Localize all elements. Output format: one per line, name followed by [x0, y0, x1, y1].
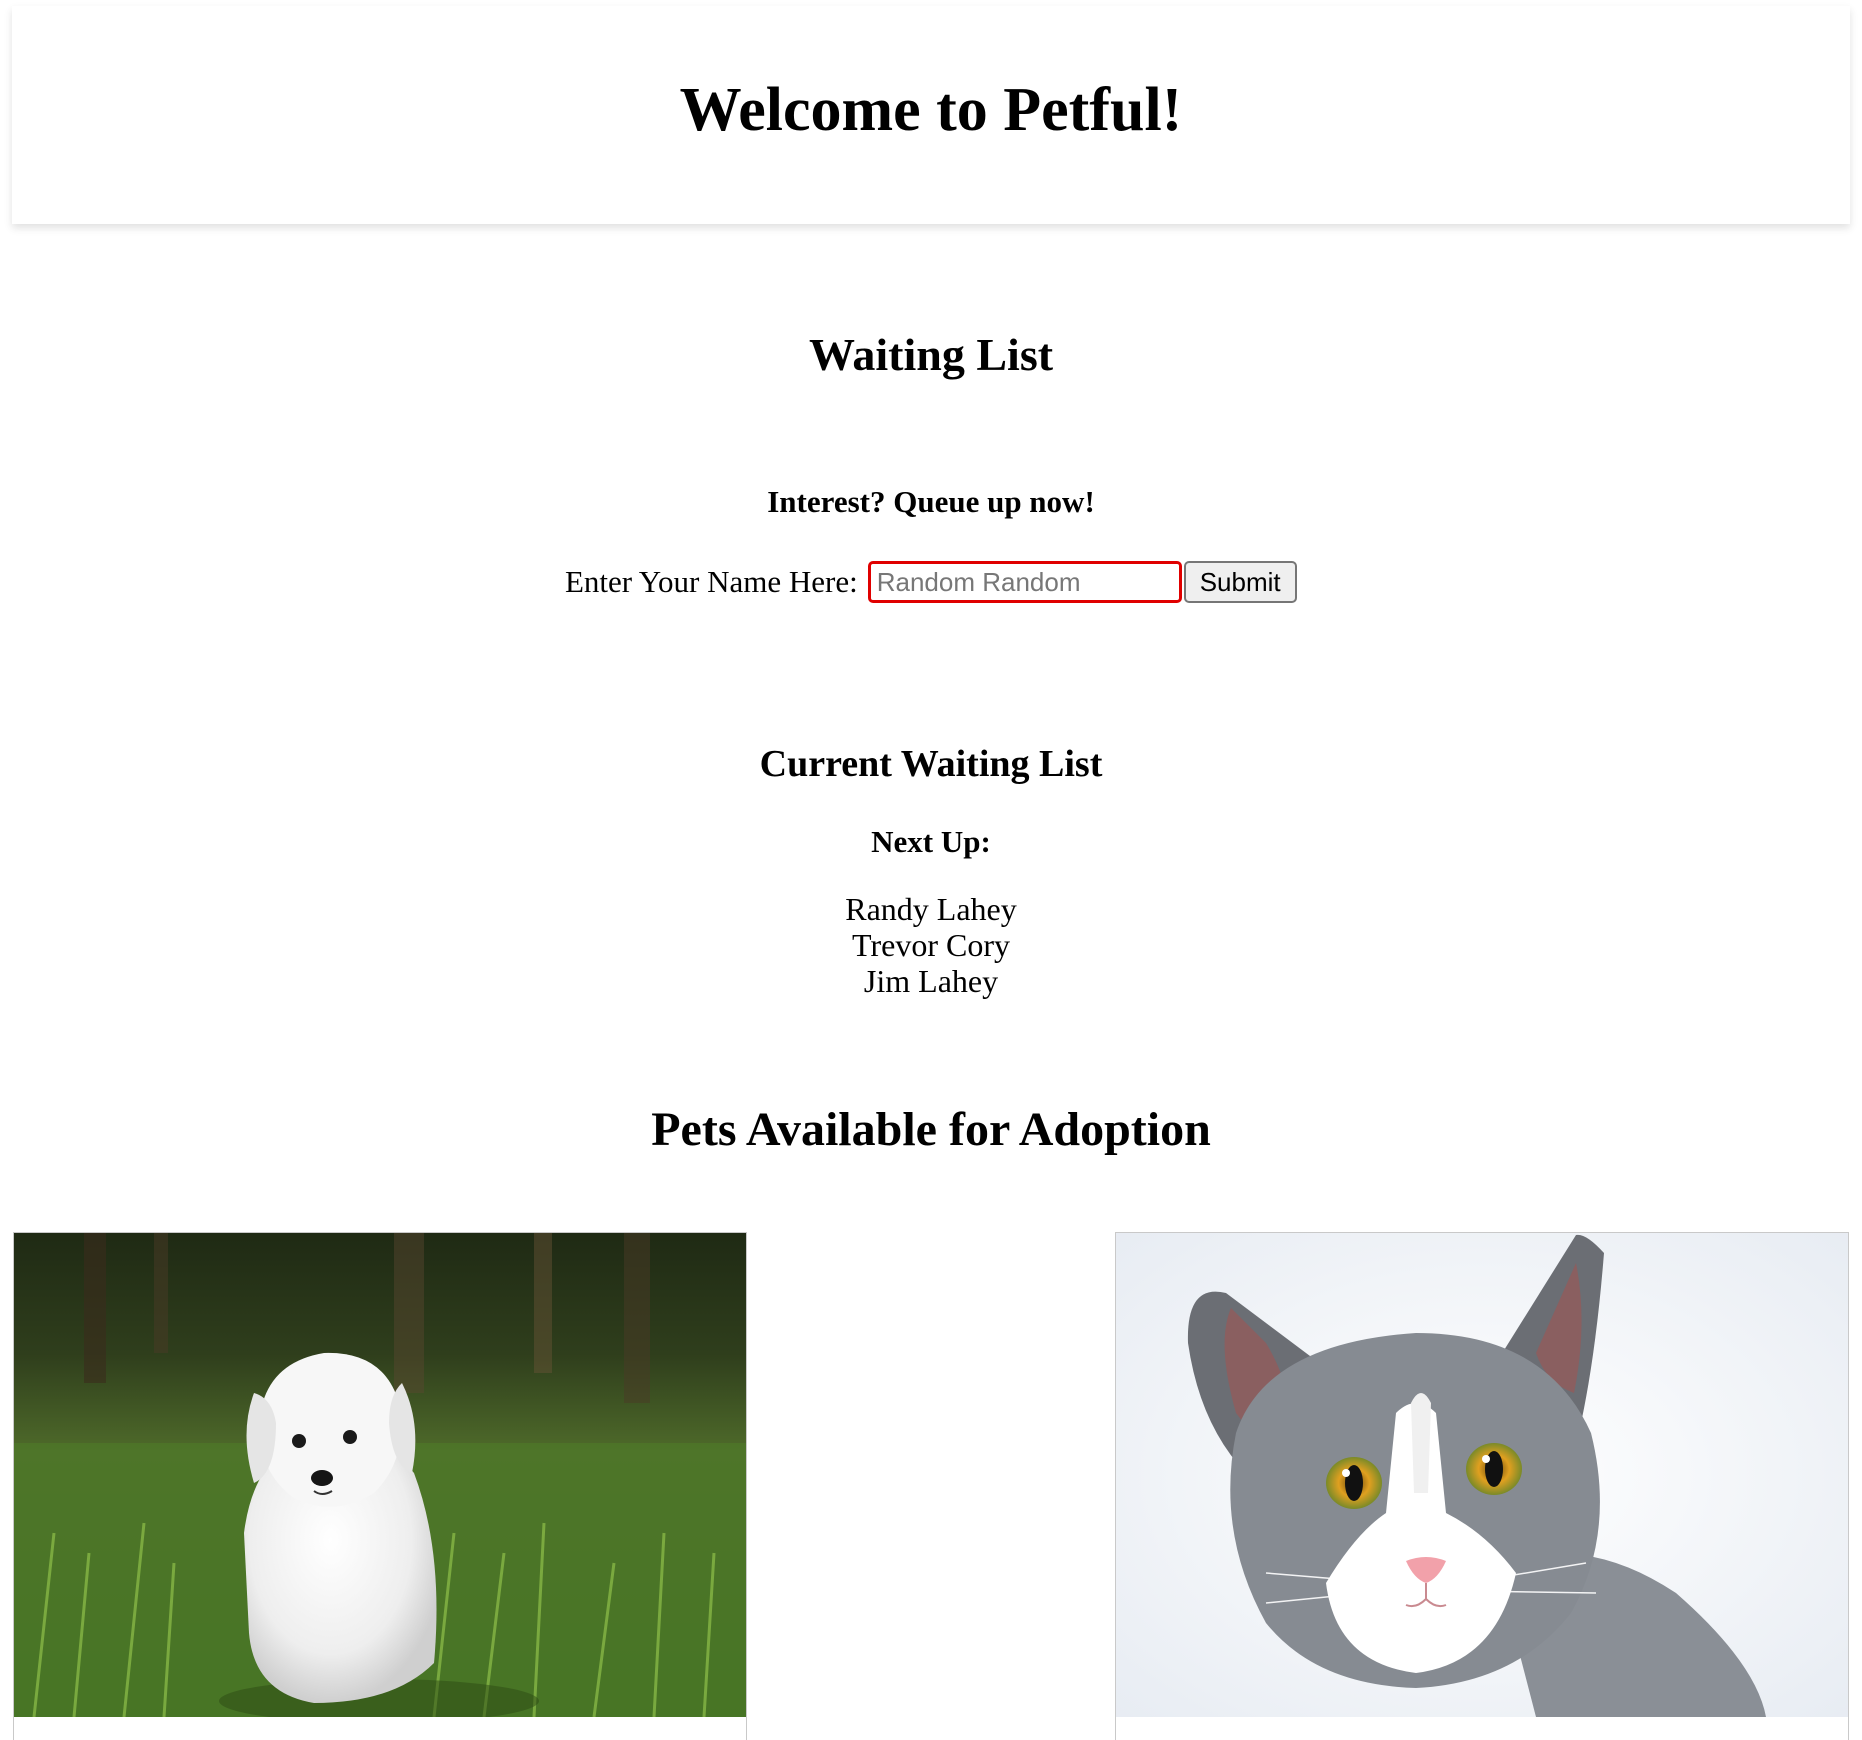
current-waiting-list-title: Current Waiting List: [759, 743, 1103, 785]
site-header: Welcome to Petful!: [12, 6, 1850, 224]
page: Welcome to Petful! Waiting List Interest…: [0, 0, 1862, 1740]
white-puppy-photo: [14, 1233, 746, 1717]
queue-heading: Interest? Queue up now!: [767, 484, 1095, 519]
queue-form: Enter Your Name Here: Submit: [565, 561, 1297, 603]
site-title: Welcome to Petful!: [679, 76, 1183, 144]
next-up-label: Next Up:: [871, 824, 991, 859]
gray-white-cat-photo: [1116, 1233, 1848, 1717]
queue-item: Randy Lahey: [845, 891, 1017, 927]
pet-card-cat[interactable]: [1115, 1232, 1849, 1740]
queue-item: Jim Lahey: [863, 963, 999, 999]
pet-card-dog[interactable]: [13, 1232, 747, 1740]
pets-title: Pets Available for Adoption: [651, 1103, 1211, 1156]
name-input[interactable]: [867, 561, 1182, 603]
waiting-list-title: Waiting List: [808, 329, 1054, 380]
submit-button[interactable]: Submit: [1183, 561, 1297, 603]
queue-list: Randy Lahey Trevor Cory Jim Lahey: [0, 891, 1862, 999]
name-label: Enter Your Name Here:: [565, 564, 858, 599]
queue-item: Trevor Cory: [852, 927, 1010, 963]
